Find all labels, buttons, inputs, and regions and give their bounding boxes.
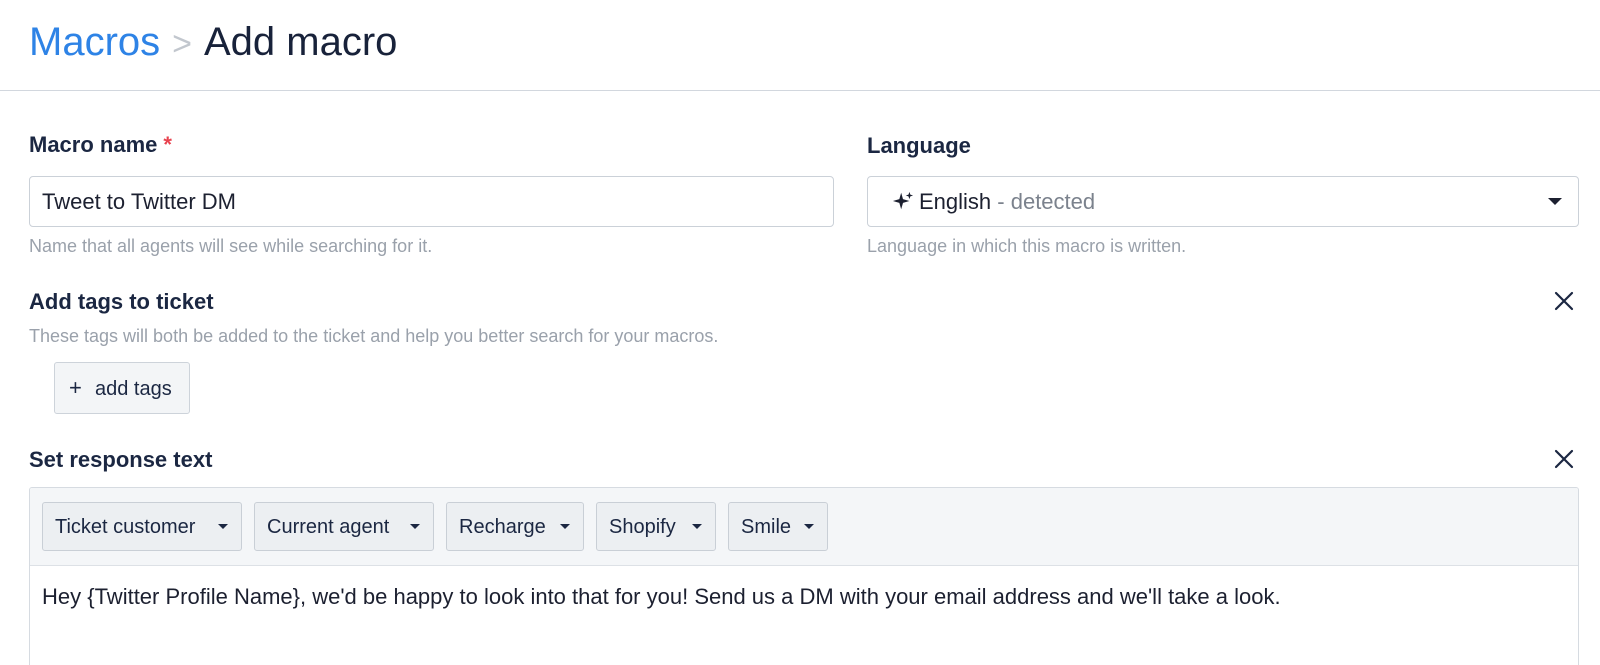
chevron-down-icon (218, 524, 228, 529)
ticket-customer-label: Ticket customer (55, 516, 196, 538)
macro-name-input[interactable]: Tweet to Twitter DM (29, 176, 834, 227)
language-label: Language (867, 133, 971, 158)
macro-name-label-text: Macro name (29, 132, 158, 157)
response-section-title: Set response text (29, 447, 213, 472)
recharge-label: Recharge (459, 516, 546, 538)
page-title: Add macro (204, 20, 398, 64)
smile-label: Smile (741, 516, 792, 538)
language-select[interactable]: English - detected (867, 176, 1579, 227)
remove-response-section-close-icon[interactable] (1553, 448, 1575, 470)
chevron-down-icon (560, 524, 570, 529)
macro-name-label: Macro name * (29, 132, 172, 158)
breadcrumb-separator: > (172, 25, 192, 63)
sparkle-icon (892, 191, 914, 210)
breadcrumb: Macros > Add macro (29, 18, 397, 68)
plus-icon: + (69, 375, 82, 400)
remove-tags-section-close-icon[interactable] (1553, 290, 1575, 312)
chevron-down-icon (410, 524, 420, 529)
variable-toolbar: Ticket customer Current agent Recharge S… (30, 488, 1578, 566)
current-agent-label: Current agent (267, 516, 390, 538)
tags-section-title: Add tags to ticket (29, 289, 214, 314)
language-help: Language in which this macro is written. (867, 236, 1187, 256)
language-value: English - detected (919, 189, 1095, 215)
current-agent-dropdown[interactable]: Current agent (254, 502, 434, 551)
shopify-label: Shopify (609, 516, 676, 538)
response-editor: Ticket customer Current agent Recharge S… (29, 487, 1579, 665)
macro-name-help: Name that all agents will see while sear… (29, 236, 433, 256)
breadcrumb-macros-link[interactable]: Macros (29, 20, 160, 64)
smile-dropdown[interactable]: Smile (728, 502, 828, 551)
ticket-customer-dropdown[interactable]: Ticket customer (42, 502, 242, 551)
add-tags-label: add tags (95, 378, 172, 400)
chevron-down-icon (1548, 198, 1562, 205)
chevron-down-icon (692, 524, 702, 529)
language-name: English (919, 189, 992, 214)
page-header: Macros > Add macro (0, 0, 1600, 91)
tags-help: These tags will both be added to the tic… (29, 326, 719, 346)
language-detected-suffix: - detected (997, 189, 1096, 214)
required-marker: * (163, 132, 172, 157)
response-text-area[interactable]: Hey {Twitter Profile Name}, we'd be happ… (42, 584, 1281, 610)
chevron-down-icon (804, 524, 814, 529)
recharge-dropdown[interactable]: Recharge (446, 502, 584, 551)
shopify-dropdown[interactable]: Shopify (596, 502, 716, 551)
macro-name-value: Tweet to Twitter DM (42, 189, 236, 214)
add-tags-button[interactable]: + add tags (54, 362, 190, 414)
